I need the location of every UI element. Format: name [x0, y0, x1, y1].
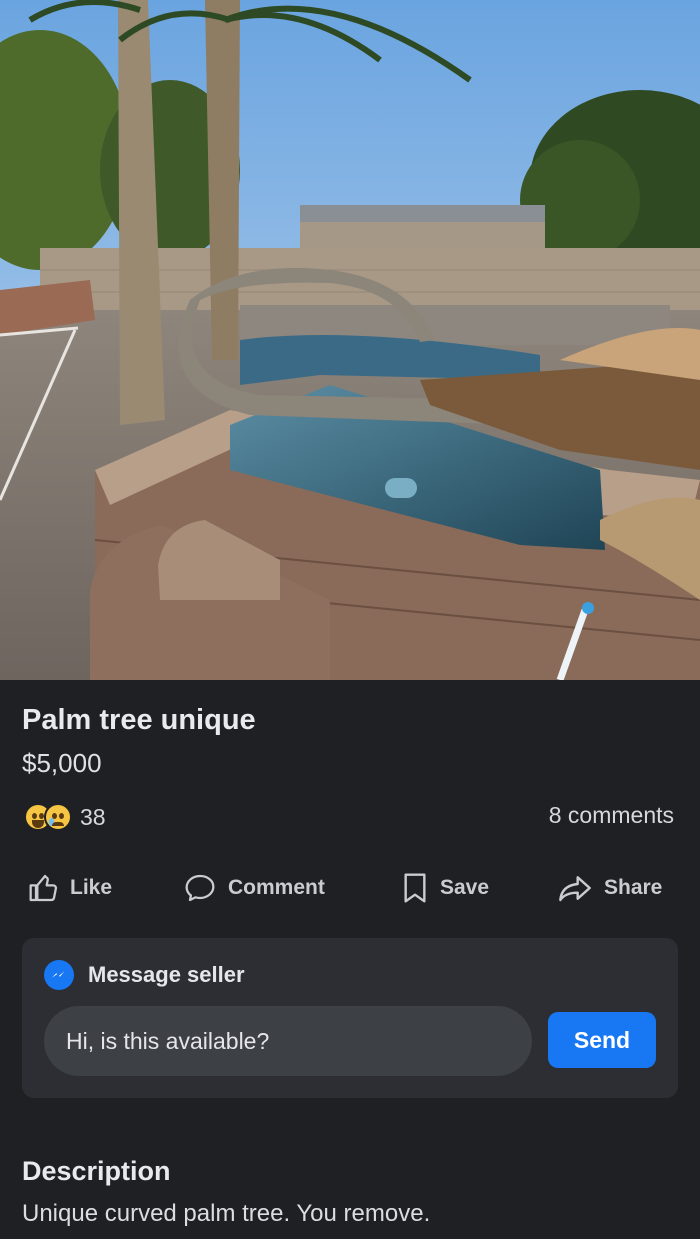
description-text: Unique curved palm tree. You remove. [22, 1200, 431, 1227]
message-seller-card: Message seller Hi, is this available? Se… [22, 938, 678, 1098]
like-label: Like [70, 876, 113, 899]
listing-details: Palm tree unique $5,000 38 8 comments Li… [0, 680, 700, 1239]
description-heading: Description [22, 1156, 171, 1186]
listing-title: Palm tree unique [22, 704, 256, 736]
message-seller-header: Message seller [44, 960, 245, 990]
listing-price: $5,000 [22, 748, 102, 778]
share-arrow-icon [559, 876, 591, 902]
reaction-count: 38 [80, 803, 106, 830]
message-seller-label: Message seller [88, 962, 245, 987]
comment-label: Comment [228, 876, 325, 899]
listing-photo[interactable] [0, 0, 700, 680]
save-button[interactable]: Save [400, 866, 489, 910]
share-label: Share [604, 876, 663, 899]
comment-bubble-icon [185, 874, 215, 902]
send-button[interactable]: Send [548, 1012, 656, 1068]
comment-button[interactable]: Comment [182, 866, 325, 910]
like-button[interactable]: Like [28, 866, 112, 910]
comments-count-link[interactable]: 8 comments [549, 802, 674, 829]
message-input[interactable]: Hi, is this available? [44, 1006, 532, 1076]
share-button[interactable]: Share [556, 866, 662, 910]
bookmark-icon [404, 873, 426, 903]
listing-photo-image [0, 0, 700, 680]
save-label: Save [440, 876, 490, 899]
crying-emoji-icon [44, 803, 72, 831]
thumbs-up-icon [29, 874, 58, 902]
action-bar: Like Comment Save Share [0, 866, 700, 910]
messenger-icon [44, 960, 74, 990]
reactions-summary[interactable]: 38 [24, 802, 106, 832]
